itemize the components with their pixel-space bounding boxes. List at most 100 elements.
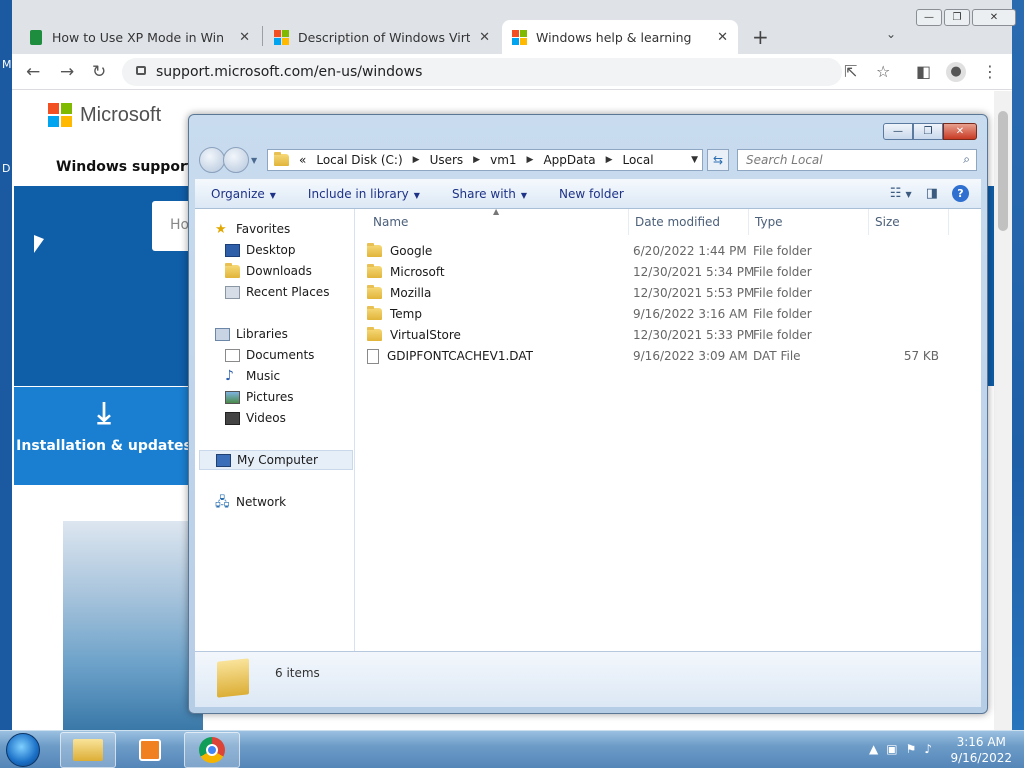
kebab-menu-icon[interactable]: ⋮ bbox=[982, 62, 998, 81]
document-icon bbox=[30, 29, 42, 45]
breadcrumb[interactable]: « Local Disk (C:) ▶ Users ▶ vm1 ▶ AppDat… bbox=[267, 149, 703, 171]
nav-desktop[interactable]: Desktop bbox=[225, 240, 296, 260]
search-input[interactable]: Search Local ⌕ bbox=[737, 149, 977, 171]
minimize-icon[interactable]: — bbox=[916, 9, 942, 26]
column-header-type[interactable]: Type bbox=[749, 209, 869, 235]
nav-pictures[interactable]: Pictures bbox=[225, 387, 294, 407]
view-options-icon[interactable]: ☷ ▼ bbox=[890, 186, 912, 201]
forward-button[interactable] bbox=[223, 147, 249, 173]
new-folder-button[interactable]: New folder bbox=[543, 187, 640, 201]
chevron-down-icon[interactable]: ▼ bbox=[691, 155, 698, 165]
include-in-library-button[interactable]: Include in library ▼ bbox=[292, 187, 436, 201]
chevron-right-icon[interactable]: ▶ bbox=[413, 155, 420, 165]
chevron-up-icon[interactable]: ▲ bbox=[869, 742, 878, 756]
breadcrumb-item[interactable]: AppData bbox=[543, 153, 595, 167]
start-button[interactable] bbox=[6, 733, 40, 767]
close-icon[interactable]: ✕ bbox=[239, 30, 250, 45]
maximize-icon[interactable]: ❐ bbox=[944, 9, 970, 26]
search-placeholder: Search Local bbox=[746, 153, 823, 167]
volume-icon[interactable]: ♪ bbox=[924, 742, 932, 756]
organize-button[interactable]: Organize ▼ bbox=[195, 187, 292, 201]
help-icon[interactable]: ? bbox=[952, 185, 969, 202]
plus-icon[interactable]: + bbox=[752, 25, 769, 49]
share-with-button[interactable]: Share with ▼ bbox=[436, 187, 543, 201]
file-row[interactable]: Microsoft 12/30/2021 5:34 PM File folder bbox=[367, 262, 967, 282]
item-count: 6 items bbox=[275, 666, 320, 680]
breadcrumb-overflow[interactable]: « bbox=[299, 153, 306, 167]
side-panel-icon[interactable]: ◧ bbox=[916, 62, 931, 81]
taskbar-chrome[interactable] bbox=[184, 732, 240, 768]
file-row[interactable]: GDIPFONTCACHEV1.DAT 9/16/2022 3:09 AM DA… bbox=[367, 346, 967, 366]
file-row[interactable]: VirtualStore 12/30/2021 5:33 PM File fol… bbox=[367, 325, 967, 345]
refresh-icon[interactable]: ⇆ bbox=[707, 149, 729, 171]
close-icon[interactable]: ✕ bbox=[717, 30, 728, 45]
nav-music[interactable]: ♪ Music bbox=[225, 366, 280, 386]
chrome-icon bbox=[199, 737, 225, 763]
file-row[interactable]: Temp 9/16/2022 3:16 AM File folder bbox=[367, 304, 967, 324]
chevron-right-icon[interactable]: ▶ bbox=[473, 155, 480, 165]
url-bar[interactable]: support.microsoft.com/en-us/windows bbox=[122, 58, 842, 86]
nav-downloads[interactable]: Downloads bbox=[225, 261, 312, 281]
recent-places-icon bbox=[225, 285, 240, 299]
forward-arrow-icon[interactable]: → bbox=[60, 62, 74, 82]
file-name: Google bbox=[390, 244, 433, 258]
close-icon[interactable]: ✕ bbox=[479, 30, 490, 45]
column-header-size[interactable]: Size bbox=[869, 209, 949, 235]
nav-documents[interactable]: Documents bbox=[225, 345, 314, 365]
breadcrumb-item[interactable]: Users bbox=[430, 153, 464, 167]
nav-recent-places[interactable]: Recent Places bbox=[225, 282, 329, 302]
chevron-right-icon[interactable]: ▶ bbox=[527, 155, 534, 165]
computer-icon bbox=[216, 453, 231, 467]
file-row[interactable]: Mozilla 12/30/2021 5:53 PM File folder bbox=[367, 283, 967, 303]
taskbar-media-player[interactable] bbox=[122, 732, 178, 768]
file-size: 57 KB bbox=[903, 349, 939, 363]
chevron-down-icon[interactable]: ⌄ bbox=[886, 27, 896, 41]
tab-xp-mode[interactable]: How to Use XP Mode in Windows ✕ bbox=[20, 20, 260, 54]
tab-virtual-pc[interactable]: Description of Windows Virtual PC ✕ bbox=[264, 20, 500, 54]
nav-videos[interactable]: Videos bbox=[225, 408, 286, 428]
breadcrumb-item[interactable]: vm1 bbox=[490, 153, 516, 167]
maximize-icon[interactable]: ❐ bbox=[913, 123, 943, 140]
nav-label: Libraries bbox=[236, 327, 288, 341]
search-icon[interactable]: ⌕ bbox=[963, 152, 970, 167]
nav-libraries[interactable]: Libraries bbox=[215, 324, 288, 344]
minimize-icon[interactable]: — bbox=[883, 123, 913, 140]
page-scrollbar[interactable] bbox=[994, 91, 1012, 730]
tab-windows-help[interactable]: Windows help & learning ✕ bbox=[502, 20, 738, 54]
nav-my-computer[interactable]: My Computer bbox=[199, 450, 353, 470]
chevron-right-icon[interactable]: ▶ bbox=[606, 155, 613, 165]
breadcrumb-item[interactable]: Local Disk (C:) bbox=[316, 153, 402, 167]
nav-network[interactable]: 🖧 Network bbox=[215, 492, 286, 512]
share-icon[interactable]: ⇱ bbox=[844, 62, 857, 81]
section-link[interactable]: Windows support bbox=[56, 159, 194, 175]
file-date: 6/20/2022 1:44 PM bbox=[633, 244, 747, 258]
reload-icon[interactable]: ↻ bbox=[92, 62, 106, 82]
scrollbar-thumb[interactable] bbox=[998, 111, 1008, 231]
file-icon bbox=[367, 348, 379, 364]
clock[interactable]: 3:16 AM 9/16/2022 bbox=[950, 734, 1012, 766]
brand-name[interactable]: Microsoft bbox=[80, 104, 161, 127]
file-date: 12/30/2021 5:53 PM bbox=[633, 286, 755, 300]
action-center-icon[interactable]: ⚑ bbox=[906, 742, 917, 756]
profile-icon[interactable]: ● bbox=[946, 62, 966, 82]
star-icon[interactable]: ☆ bbox=[876, 62, 890, 81]
taskbar-explorer[interactable] bbox=[60, 732, 116, 768]
network-status-icon[interactable]: ▣ bbox=[886, 742, 897, 756]
microsoft-logo-icon bbox=[274, 29, 289, 45]
close-icon[interactable]: ✕ bbox=[972, 9, 1016, 26]
file-type: File folder bbox=[753, 328, 812, 342]
desktop-icon bbox=[225, 243, 240, 257]
preview-pane-icon[interactable]: ◨ bbox=[926, 186, 938, 201]
chevron-down-icon[interactable]: ▼ bbox=[251, 156, 257, 173]
back-button[interactable] bbox=[199, 147, 225, 173]
file-row[interactable]: Google 6/20/2022 1:44 PM File folder bbox=[367, 241, 967, 261]
nav-favorites[interactable]: ★ Favorites bbox=[215, 219, 290, 239]
close-icon[interactable]: ✕ bbox=[943, 123, 977, 140]
file-date: 12/30/2021 5:34 PM bbox=[633, 265, 755, 279]
nav-label: Pictures bbox=[246, 390, 294, 404]
installation-updates-tile[interactable]: ⤓ Installation & updates bbox=[14, 387, 194, 485]
back-arrow-icon[interactable]: ← bbox=[26, 62, 40, 82]
breadcrumb-item[interactable]: Local bbox=[622, 153, 653, 167]
microsoft-logo-icon[interactable] bbox=[48, 103, 72, 127]
column-header-date[interactable]: Date modified bbox=[629, 209, 749, 235]
